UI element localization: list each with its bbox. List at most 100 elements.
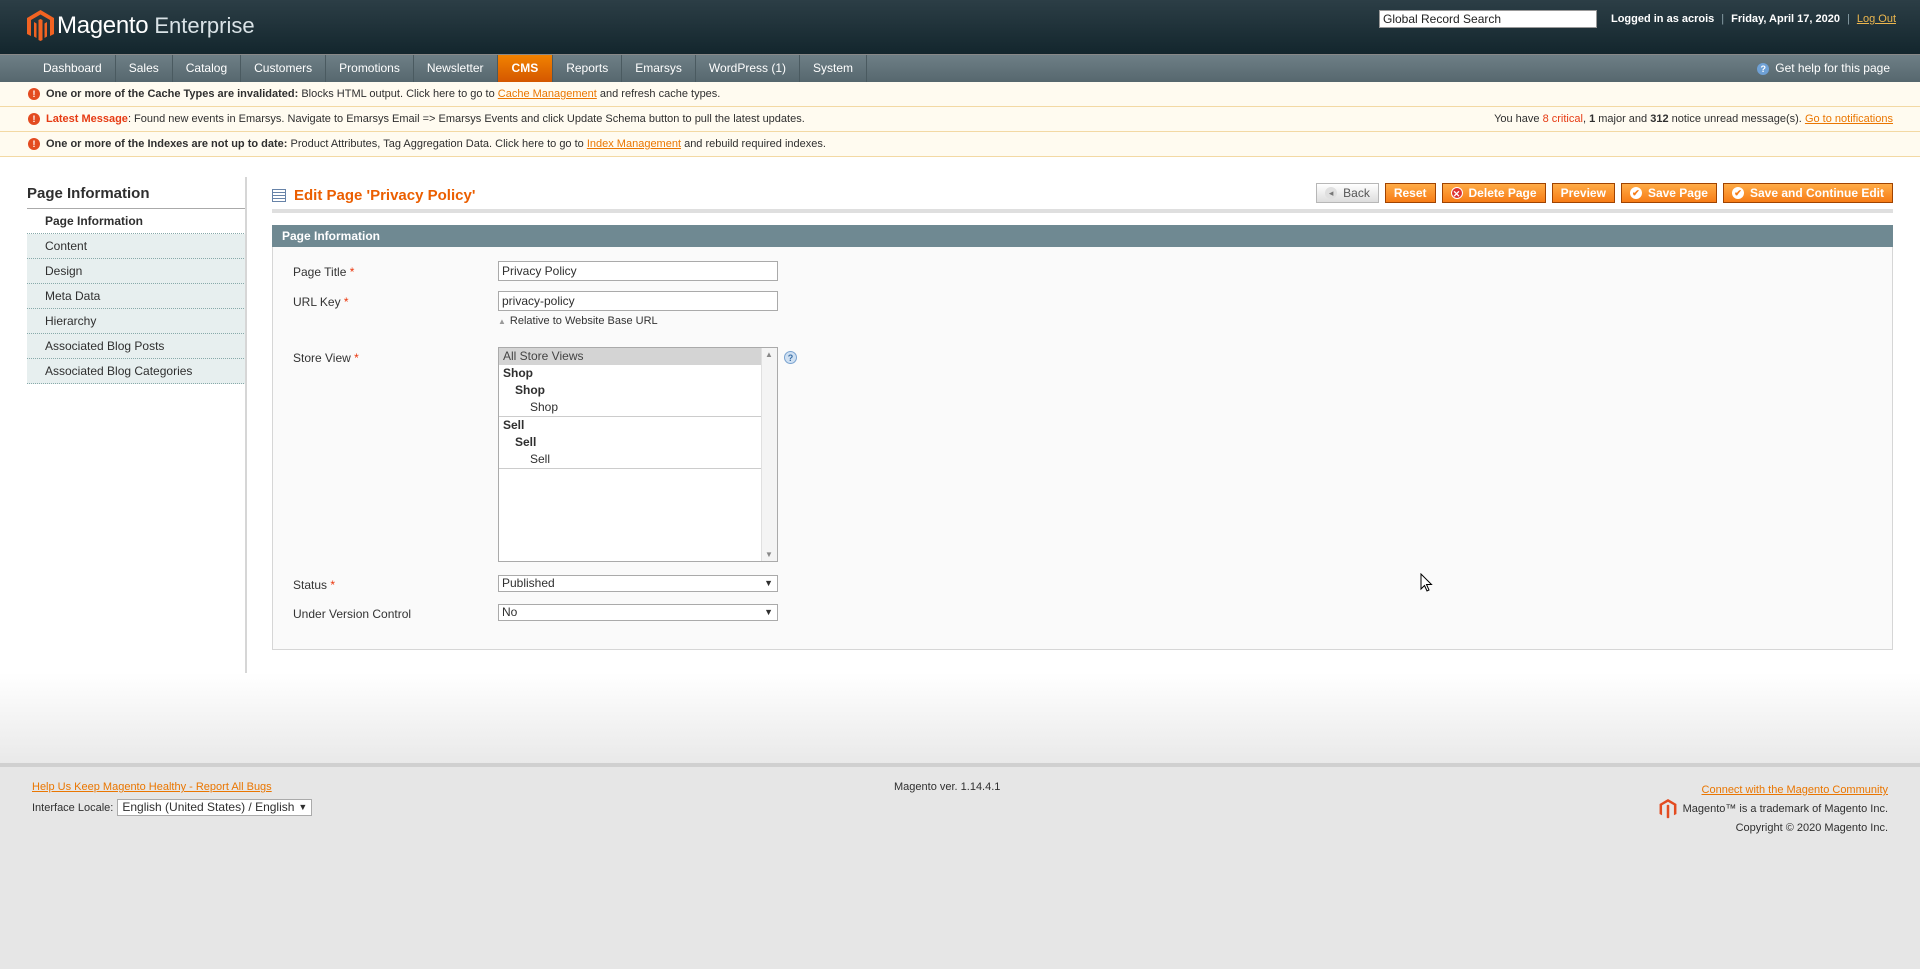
delete-button-label: Delete Page (1468, 186, 1537, 200)
cms-page-icon (272, 189, 286, 202)
preview-button[interactable]: Preview (1551, 183, 1615, 203)
nav-item-reports[interactable]: Reports (553, 55, 623, 82)
nav-item-sales[interactable]: Sales (116, 55, 173, 82)
locale-label: Interface Locale: (32, 801, 114, 814)
tab-hierarchy[interactable]: Hierarchy (27, 309, 246, 334)
logout-link[interactable]: Log Out (1857, 13, 1896, 25)
header-separator: | (1847, 13, 1850, 25)
help-tooltip-icon[interactable]: ? (784, 351, 797, 364)
save-continue-button-label: Save and Continue Edit (1749, 186, 1884, 200)
page-head: Edit Page 'Privacy Policy' ◂ Back Reset ✕… (272, 183, 1893, 213)
go-to-notifications-link[interactable]: Go to notifications (1805, 113, 1893, 125)
report-bugs-link[interactable]: Help Us Keep Magento Healthy - Report Al… (32, 781, 272, 793)
save-and-continue-button[interactable]: ✔ Save and Continue Edit (1722, 183, 1893, 203)
checkmark-icon: ✔ (1629, 187, 1642, 199)
unread-pre: You have (1494, 113, 1543, 125)
message-index-text2: and rebuild required indexes. (681, 138, 826, 150)
dropdown-arrow-icon: ▼ (764, 607, 773, 617)
message-cache: ! One or more of the Cache Types are inv… (0, 82, 1920, 107)
footer-left: Help Us Keep Magento Healthy - Report Al… (32, 781, 313, 816)
url-key-input[interactable]: privacy-policy (498, 291, 778, 311)
status-label: Status * (293, 578, 335, 592)
version-control-select[interactable]: No ▼ (498, 604, 778, 621)
required-mark: * (349, 265, 355, 279)
latest-message-body: : Found new events in Emarsys. Navigate … (127, 113, 805, 125)
checkmark-icon: ✔ (1731, 187, 1744, 199)
magento-version: Magento ver. 1.14.4.1 (894, 781, 1001, 793)
brand-edition: Enterprise (154, 13, 255, 38)
sidebar-divider (245, 177, 247, 673)
nav-item-system[interactable]: System (800, 55, 868, 82)
save-page-button[interactable]: ✔ Save Page (1620, 183, 1717, 203)
required-mark: * (330, 578, 336, 592)
community-link[interactable]: Connect with the Magento Community (1702, 784, 1888, 796)
reset-button[interactable]: Reset (1384, 183, 1436, 203)
message-index-text: One or more of the Indexes are not up to… (46, 138, 826, 150)
interface-locale-select[interactable]: English (United States) / English ▼ (117, 799, 313, 816)
nav-item-customers[interactable]: Customers (241, 55, 327, 82)
main-content: Page Information Page Information Conten… (0, 157, 1920, 673)
url-key-label-text: URL Key (293, 295, 341, 309)
tab-associated-blog-categories[interactable]: Associated Blog Categories (27, 359, 246, 384)
page-tabs-sidebar: Page Information Page Information Conten… (27, 185, 246, 384)
save-button-label: Save Page (1647, 186, 1708, 200)
store-view-scrollbar[interactable]: ▲ ▼ (761, 348, 777, 561)
tab-associated-blog-posts[interactable]: Associated Blog Posts (27, 334, 246, 359)
index-management-link[interactable]: Index Management (587, 138, 681, 150)
tab-meta-data[interactable]: Meta Data (27, 284, 246, 309)
version-control-label: Under Version Control (293, 607, 412, 621)
nav-item-emarsys[interactable]: Emarsys (622, 55, 696, 82)
dropdown-arrow-icon: ▼ (764, 578, 773, 588)
nav-item-cms[interactable]: CMS (497, 55, 554, 82)
preview-button-label: Preview (1560, 186, 1606, 200)
tab-page-information[interactable]: Page Information (27, 209, 246, 234)
store-list-divider (499, 468, 777, 469)
message-latest: ! Latest Message: Found new events in Em… (0, 107, 1920, 132)
major-text: major and (1595, 113, 1651, 125)
cache-management-link[interactable]: Cache Management (498, 88, 597, 100)
page-title-input[interactable]: Privacy Policy (498, 261, 778, 281)
nav-item-catalog[interactable]: Catalog (173, 55, 242, 82)
back-button[interactable]: ◂ Back (1316, 183, 1379, 203)
footer: Help Us Keep Magento Healthy - Report Al… (0, 767, 1920, 967)
tab-content[interactable]: Content (27, 234, 246, 259)
dropdown-arrow-icon: ▼ (298, 802, 308, 812)
nav-item-dashboard[interactable]: Dashboard (30, 55, 116, 82)
brand-name: Magento (57, 12, 149, 39)
store-option-all[interactable]: All Store Views (499, 348, 777, 365)
store-option-sell[interactable]: Sell (499, 451, 777, 468)
status-label-text: Status (293, 578, 328, 592)
global-record-search-input[interactable] (1378, 10, 1597, 28)
nav-item-promotions[interactable]: Promotions (326, 55, 414, 82)
help-link[interactable]: ? Get help for this page (1757, 55, 1890, 82)
locale-row: Interface Locale: English (United States… (32, 799, 313, 816)
message-index: ! One or more of the Indexes are not up … (0, 132, 1920, 157)
store-option-shop[interactable]: Shop (499, 399, 777, 416)
mouse-cursor-icon (1420, 573, 1433, 592)
locale-select-value: English (United States) / English (122, 800, 295, 814)
delete-page-button[interactable]: ✕ Delete Page (1441, 183, 1546, 203)
form-buttons: ◂ Back Reset ✕ Delete Page Preview ✔ Save P… (1310, 183, 1893, 203)
message-cache-text1: Blocks HTML output. Click here to go to (298, 88, 498, 100)
magento-logo[interactable]: Magento Enterprise (27, 10, 255, 42)
store-view-label-text: Store View (293, 351, 351, 365)
page-title-text: Edit Page 'Privacy Policy' (294, 187, 476, 204)
magento-logo-icon (27, 10, 54, 41)
notice-text: notice unread message(s). (1668, 113, 1805, 125)
status-select[interactable]: Published ▼ (498, 575, 778, 592)
message-latest-text: Latest Message: Found new events in Emar… (46, 113, 805, 125)
notice-count: 312 (1650, 113, 1669, 125)
nav-item-newsletter[interactable]: Newsletter (414, 55, 498, 82)
help-icon: ? (1757, 62, 1770, 75)
nav-item-wordpress[interactable]: WordPress (1) (696, 55, 801, 82)
tab-design[interactable]: Design (27, 259, 246, 284)
error-icon: ! (28, 113, 40, 125)
note-arrow-icon: ▲ (498, 317, 506, 326)
scroll-down-icon[interactable]: ▼ (765, 550, 773, 559)
footer-divider (0, 673, 1920, 767)
store-group-shop: Shop (515, 383, 545, 397)
required-mark: * (343, 295, 349, 309)
store-view-multiselect[interactable]: All Store Views Shop Shop Shop Sell Sell… (498, 347, 778, 562)
scroll-up-icon[interactable]: ▲ (765, 350, 773, 359)
latest-message-label: Latest Message (46, 113, 128, 125)
